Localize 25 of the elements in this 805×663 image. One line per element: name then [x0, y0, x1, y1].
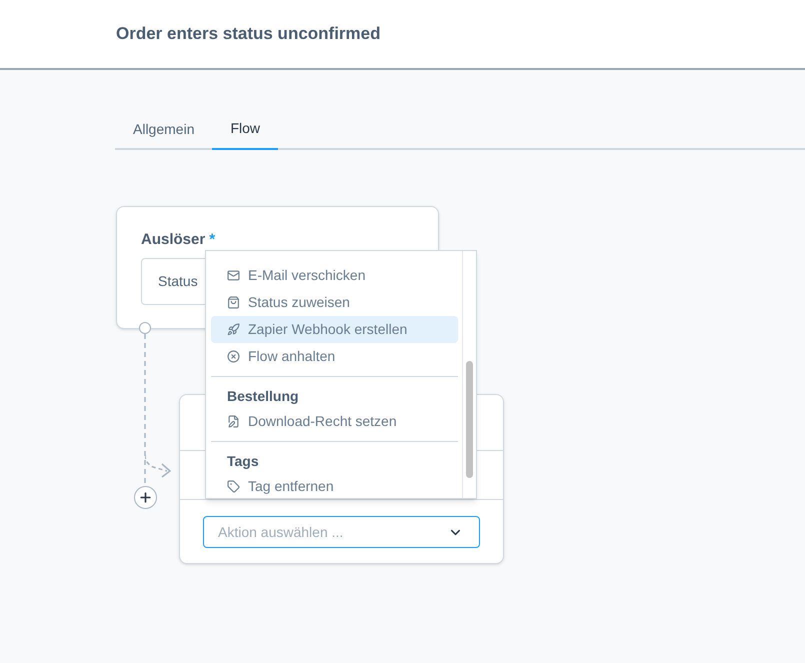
group-heading: Bestellung	[226, 387, 300, 406]
menu-item[interactable]: Status zuweisen	[211, 289, 458, 316]
add-button[interactable]	[134, 486, 157, 509]
tab[interactable]: Flow	[212, 118, 278, 150]
group-heading: Tags	[226, 452, 260, 471]
menu-item[interactable]: E-Mail verschicken	[211, 262, 458, 289]
connector-arrow	[145, 455, 173, 479]
action-select[interactable]: Aktion auswählen ...	[203, 516, 480, 548]
tag-icon	[227, 480, 240, 493]
required-mark: *	[209, 230, 216, 250]
trigger-label: Auslöser	[141, 230, 206, 250]
action-input[interactable]: Aktion auswählen ...	[218, 522, 418, 542]
menu-item[interactable]: Download-Recht setzen	[211, 408, 458, 435]
plus-icon	[138, 490, 153, 505]
menu-item[interactable]: Zapier Webhook erstellen	[211, 316, 458, 343]
circle-x-icon	[227, 350, 240, 363]
bag-icon	[227, 296, 240, 309]
page-title: Order enters status unconfirmed	[116, 23, 381, 46]
pen-document-icon	[227, 415, 240, 428]
scrollbar-thumb[interactable]	[466, 361, 473, 478]
rocket-icon	[227, 323, 240, 336]
menu-item[interactable]: Tag entfernen	[211, 473, 458, 498]
menu-item[interactable]: Flow anhalten	[211, 343, 458, 370]
envelope-icon	[227, 269, 240, 282]
tab[interactable]: Allgemein	[115, 118, 212, 150]
